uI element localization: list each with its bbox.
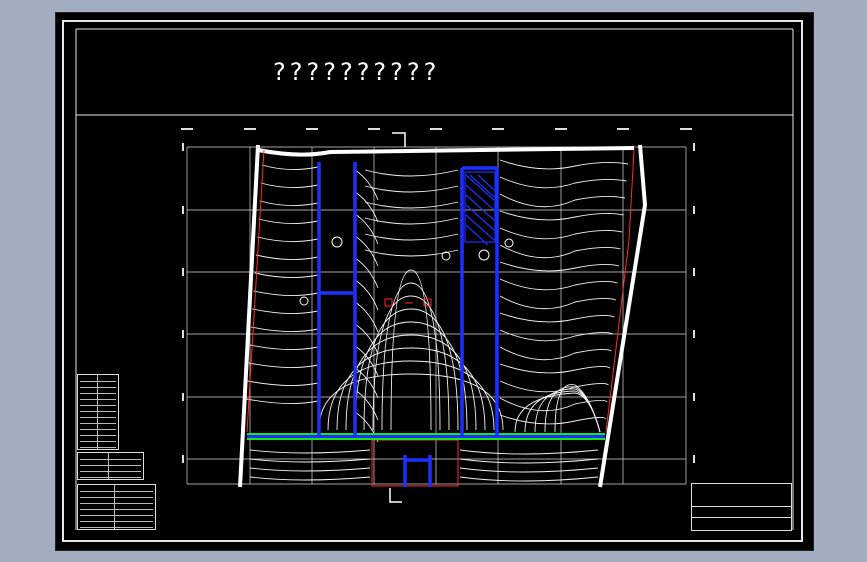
axis-tick-side	[182, 455, 184, 463]
green-channel	[247, 433, 605, 440]
contour-line	[363, 308, 459, 431]
contour-line	[249, 467, 371, 472]
contour-line	[459, 476, 599, 482]
contour-line	[364, 185, 459, 193]
contour-line	[247, 380, 319, 387]
contour-line	[499, 176, 627, 189]
axis-tick-top	[430, 128, 442, 130]
contour-lines	[246, 159, 629, 482]
contour-line	[459, 449, 599, 455]
contour-line	[261, 164, 319, 170]
axis-tick-side	[182, 268, 184, 276]
contour-line	[248, 362, 319, 369]
axis-tick-side	[182, 393, 184, 401]
contour-line	[251, 326, 319, 333]
contour-line	[459, 467, 599, 473]
axis-tick-side	[182, 206, 184, 214]
contour-line	[499, 278, 618, 291]
section-marks	[389, 132, 406, 503]
axis-tick-top	[555, 128, 567, 130]
contour-line	[499, 329, 614, 342]
contour-line	[249, 344, 319, 351]
contour-line	[364, 169, 459, 177]
contour-line	[249, 449, 371, 454]
contour-line	[258, 218, 319, 224]
contour-line	[499, 244, 621, 259]
contour-line	[354, 235, 379, 267]
contour-line	[249, 458, 371, 463]
axis-tick-side	[693, 330, 695, 338]
contour-line	[246, 398, 319, 405]
contour-line	[499, 295, 617, 310]
contour-line	[354, 191, 379, 223]
contour-line	[499, 159, 629, 170]
contour-line	[364, 217, 459, 225]
axis-tick-top	[617, 128, 629, 130]
contour-line	[354, 321, 468, 431]
section-label	[384, 298, 432, 307]
contour-line	[499, 346, 612, 361]
drawing-title: ??????????	[273, 58, 441, 86]
axis-tick-side	[693, 393, 695, 401]
contour-line	[354, 279, 379, 311]
legend-table-3	[77, 484, 156, 530]
contour-line	[364, 233, 459, 241]
axis-tick-top	[306, 128, 318, 130]
axis-tick-side	[182, 143, 184, 151]
contour-line	[364, 201, 459, 209]
contour-line	[499, 397, 608, 412]
axis-tick-side	[182, 330, 184, 338]
axis-tick-side	[693, 455, 695, 463]
contour-line	[345, 334, 477, 431]
axis-tick-side	[693, 268, 695, 276]
axis-tick-top	[244, 128, 256, 130]
elevation-marker-icon	[299, 236, 514, 306]
axis-tick-top	[368, 128, 380, 130]
contour-line	[499, 210, 624, 221]
contour-line	[259, 200, 319, 206]
contour-line	[253, 290, 319, 297]
legend-table-2	[77, 452, 144, 480]
legend-table-1	[77, 374, 119, 450]
contour-line	[499, 312, 615, 323]
axis-tick-top	[492, 128, 504, 130]
contour-line	[499, 363, 611, 374]
contour-line	[257, 236, 319, 242]
contour-line	[254, 272, 319, 279]
contour-line	[499, 193, 626, 208]
contour-line	[354, 389, 379, 421]
contour-line	[354, 169, 379, 201]
contour-line	[499, 380, 609, 393]
contour-line	[354, 301, 379, 333]
axis-tick-side	[693, 143, 695, 151]
contour-line	[499, 261, 620, 272]
title-block	[691, 483, 792, 531]
contour-line	[249, 476, 371, 481]
axis-tick-side	[693, 206, 695, 214]
wall-hatch	[464, 171, 496, 246]
contour-line	[260, 182, 319, 188]
contour-line	[252, 308, 319, 315]
contour-line	[354, 257, 379, 289]
contour-line	[354, 323, 379, 355]
axis-tick-top	[680, 128, 692, 130]
contour-line	[255, 254, 319, 260]
axis-tick-top	[181, 128, 193, 130]
contour-line	[459, 458, 599, 464]
